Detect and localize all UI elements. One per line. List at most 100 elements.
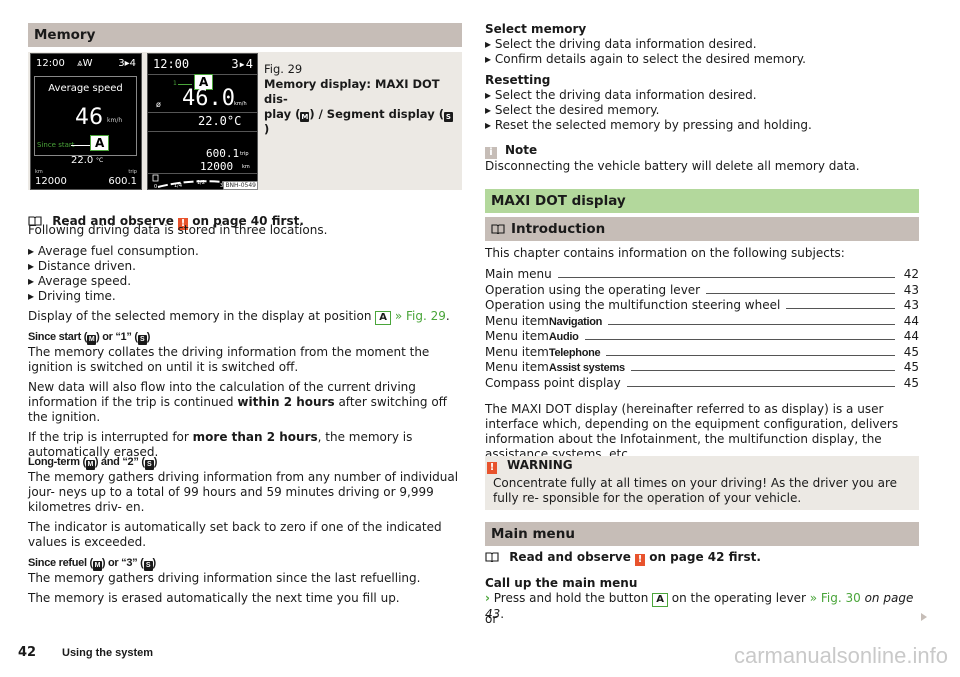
toc-page: 42 xyxy=(903,267,919,281)
segment-trip: 600.1 xyxy=(206,147,240,160)
section-title-main-menu: Main menu xyxy=(485,522,919,546)
segment-time: 12:00 xyxy=(153,57,190,71)
toc-label: Menu itemAssist systems xyxy=(485,360,625,374)
toc-page: 43 xyxy=(903,298,919,312)
select-memory-section: Select memory ▸ Select the driving data … xyxy=(485,22,806,66)
toc-page: 44 xyxy=(903,329,919,343)
toc-leader xyxy=(606,345,895,356)
maxidot-gear: 3▸4 xyxy=(118,58,136,69)
since-start-heading: Since start (M) or “1” (S) xyxy=(28,331,151,345)
maxidot-compass: ⩓W xyxy=(77,58,93,69)
info-icon: i xyxy=(485,147,497,159)
data-bullet-list: ▸ Average fuel consumption. ▸ Distance d… xyxy=(28,244,199,303)
since-refuel-heading: Since refuel (M) or “3” (S) xyxy=(28,557,156,571)
warning-box: ! WARNING Concentrate fully at all times … xyxy=(485,456,919,510)
toc-entry[interactable]: Compass point display 45 xyxy=(485,376,919,391)
figure-code: BNH-0549 xyxy=(223,181,258,190)
toc-leader xyxy=(786,298,895,309)
note-text: Disconnecting the vehicle battery will d… xyxy=(485,159,860,173)
toc-leader xyxy=(706,283,895,294)
toc-label: Menu itemNavigation xyxy=(485,313,603,328)
maxidot-panel: Average speed 46 km/h Since start A xyxy=(34,76,137,156)
position-text: Display of the selected memory in the di… xyxy=(28,309,450,325)
warning-text: Concentrate fully at all times on your d… xyxy=(493,476,898,505)
toc-leader xyxy=(626,376,895,387)
segment-temp: 22.0°C xyxy=(198,114,242,128)
book-icon xyxy=(491,224,505,234)
fig-29-link[interactable]: » Fig. 29 xyxy=(395,309,446,323)
maxidot-trip: 600.1 xyxy=(108,176,137,187)
warning-icon: ! xyxy=(635,554,646,566)
page-number: 42 xyxy=(18,645,37,660)
description-text: The MAXI DOT display (hereinafter referr… xyxy=(485,402,899,461)
segment-odometer: 12000 xyxy=(200,160,234,173)
maxidot-value: 46 xyxy=(75,105,103,130)
note-box: i Note Disconnecting the vehicle battery … xyxy=(485,143,860,173)
toc-page: 43 xyxy=(903,282,919,297)
maxidot-memory-label: Since start xyxy=(37,141,75,149)
intro-text: This chapter contains information on the… xyxy=(485,246,845,260)
toc-page: 45 xyxy=(903,344,919,359)
toc-entry[interactable]: Main menu 42 xyxy=(485,267,919,282)
call-up-section: Call up the main menu › Press and hold t… xyxy=(485,576,919,622)
toc-entry[interactable]: Operation using the multifunction steeri… xyxy=(485,298,919,313)
marker-a-inline: A xyxy=(375,311,392,325)
toc-page: 45 xyxy=(903,360,919,374)
svg-text:0: 0 xyxy=(154,184,157,189)
toc-leader xyxy=(608,314,895,325)
maxidot-unit: km/h xyxy=(107,117,123,124)
figure-title: Memory display: MAXI DOT dis-play (M) / … xyxy=(264,77,453,136)
toc-entry[interactable]: Menu itemAudio 44 xyxy=(485,329,919,344)
toc-label: Compass point display xyxy=(485,375,621,390)
section-title-introduction: Introduction xyxy=(485,217,919,241)
segment-value: 46.0 xyxy=(182,86,235,111)
toc-leader xyxy=(584,329,895,340)
warning-icon: ! xyxy=(487,462,497,474)
toc-label: Operation using the multifunction steeri… xyxy=(485,298,781,312)
toc-leader xyxy=(630,360,895,371)
toc-label: Menu itemAudio xyxy=(485,329,579,343)
maxidot-time: 12:00 xyxy=(36,58,65,69)
resetting-heading: Resetting xyxy=(485,73,551,87)
toc-leader xyxy=(557,267,895,278)
since-refuel-section: Since refuel (M) or “3” (S) The memory g… xyxy=(28,557,421,605)
footer-section: Using the system xyxy=(62,647,154,659)
toc-entry[interactable]: Operation using the operating lever 43 xyxy=(485,283,919,298)
figure-caption: Fig. 29 Memory display: MAXI DOT dis-pla… xyxy=(264,62,454,137)
since-start-section: Since start (M) or “1” (S) The memory co… xyxy=(28,330,462,460)
toc-entry[interactable]: Menu itemAssist systems 45 xyxy=(485,360,919,375)
maxidot-temp: 22.0 xyxy=(71,155,94,166)
segment-display: 12:00 3▸4 1 A ø 46.0 km/h 22.0°C 600.1 t… xyxy=(147,53,258,190)
segment-gear: 3▸4 xyxy=(231,57,253,71)
long-term-heading: Long-term (M) and “2” (S) xyxy=(28,456,158,470)
continue-arrow-icon xyxy=(921,613,927,621)
long-term-section: Long-term (M) and “2” (S) The memory gat… xyxy=(28,455,462,550)
maxidot-display: 12:00 ⩓W 3▸4 Average speed 46 km/h Since… xyxy=(30,53,142,190)
toc-page: 45 xyxy=(903,375,919,390)
fig-30-link[interactable]: » Fig. 30 xyxy=(810,591,861,605)
read-observe-notice: Read and observe ! on page 42 first. xyxy=(485,550,761,566)
figure-number: Fig. 29 xyxy=(264,62,303,76)
section-title-memory: Memory xyxy=(28,23,462,47)
toc-page: 44 xyxy=(903,313,919,328)
call-up-heading: Call up the main menu xyxy=(485,576,638,590)
marker-a-inline: A xyxy=(652,593,668,607)
book-icon xyxy=(485,552,499,562)
figure-29: 12:00 ⩓W 3▸4 Average speed 46 km/h Since… xyxy=(28,52,462,190)
intro-text: Following driving data is stored in thre… xyxy=(28,223,328,237)
toc-entry[interactable]: Menu itemTelephone 45 xyxy=(485,345,919,360)
maxidot-title: Average speed xyxy=(48,83,123,94)
toc-label: Operation using the operating lever xyxy=(485,282,701,297)
section-title-maxidot: MAXI DOT display xyxy=(485,189,919,213)
toc-label: Menu itemTelephone xyxy=(485,344,601,359)
svg-text:1/4: 1/4 xyxy=(174,183,182,189)
or-text: or xyxy=(485,612,498,626)
marker-a: A xyxy=(90,135,110,151)
maxidot-odometer: 12000 xyxy=(35,176,67,187)
select-memory-heading: Select memory xyxy=(485,22,587,36)
toc-entry[interactable]: Menu itemNavigation 44 xyxy=(485,314,919,329)
svg-text:1/2: 1/2 xyxy=(197,180,205,186)
resetting-section: Resetting ▸ Select the driving data info… xyxy=(485,73,812,132)
toc-label: Main menu xyxy=(485,267,552,281)
watermark: carmanualsonline.info xyxy=(733,643,948,668)
